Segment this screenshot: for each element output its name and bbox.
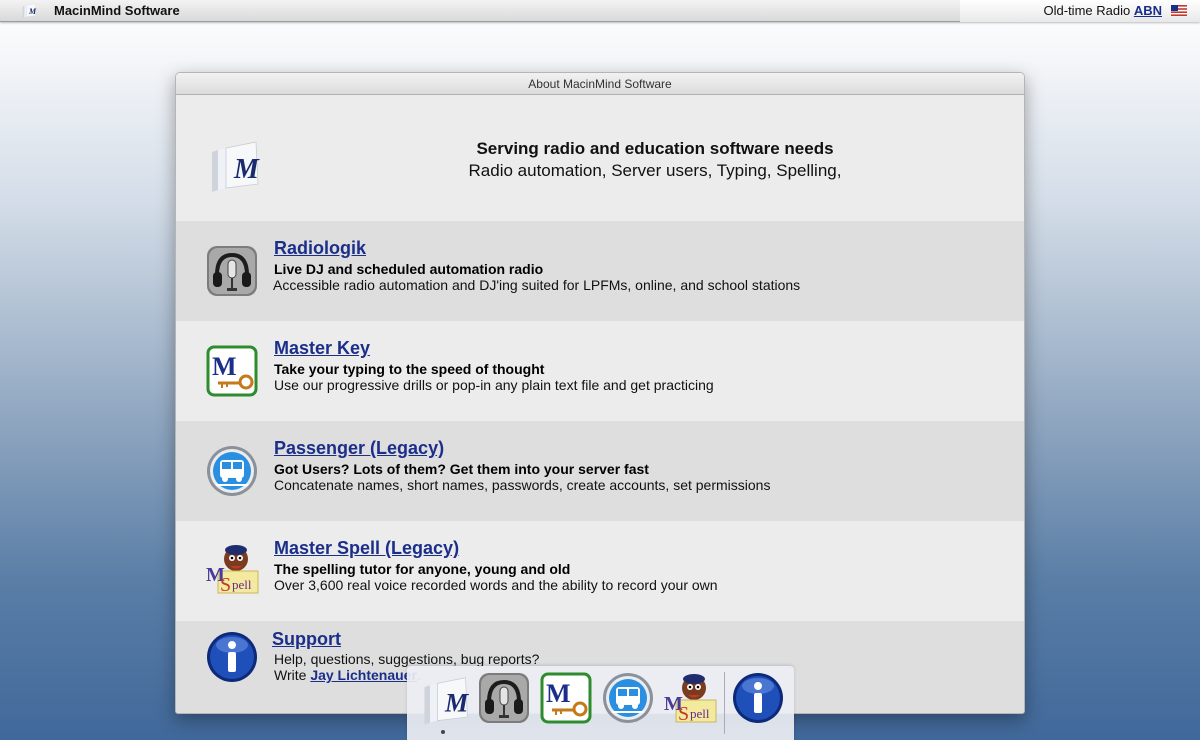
product-row-master-key: Master Key Take your typing to the speed… bbox=[176, 321, 1024, 421]
master-key-icon[interactable] bbox=[540, 672, 592, 724]
bus-icon[interactable] bbox=[206, 445, 258, 497]
product-subtitle: The spelling tutor for anyone, young and… bbox=[274, 561, 571, 577]
macinmind-logo-icon[interactable] bbox=[20, 3, 38, 19]
product-description: Accessible radio automation and DJ'ing s… bbox=[273, 277, 801, 293]
product-description: Over 3,600 real voice recorded words and… bbox=[274, 577, 718, 593]
support-write-line: Write Jay Lichtenauer. bbox=[274, 667, 421, 683]
product-description: Use our progressive drills or pop-in any… bbox=[274, 377, 714, 393]
dock bbox=[407, 666, 794, 740]
product-subtitle: Got Users? Lots of them? Get them into y… bbox=[274, 461, 649, 477]
headphones-mic-icon[interactable] bbox=[206, 245, 258, 297]
write-prefix: Write bbox=[274, 667, 311, 683]
hero-section: Serving radio and education software nee… bbox=[176, 95, 1024, 221]
app-name[interactable]: MacinMind Software bbox=[54, 3, 180, 18]
support-line1: Help, questions, suggestions, bug report… bbox=[274, 651, 540, 667]
product-row-passenger: Passenger (Legacy) Got Users? Lots of th… bbox=[176, 421, 1024, 521]
headphones-mic-icon[interactable] bbox=[478, 672, 530, 724]
product-description: Concatenate names, short names, password… bbox=[274, 477, 771, 493]
menu-bar: MacinMind Software Old-time Radio ABN bbox=[0, 0, 1200, 22]
hero-headline: Serving radio and education software nee… bbox=[476, 139, 834, 158]
old-time-radio-label: Old-time Radio ABN bbox=[1044, 3, 1162, 18]
master-spell-icon[interactable] bbox=[662, 670, 718, 726]
product-title-link[interactable]: Passenger (Legacy) bbox=[274, 438, 444, 459]
support-link[interactable]: Support bbox=[272, 629, 341, 650]
macinmind-logo-icon[interactable] bbox=[417, 674, 473, 730]
hero-tagline: Radio automation, Server users, Typing, … bbox=[468, 161, 842, 180]
info-icon[interactable] bbox=[732, 672, 784, 724]
dock-divider bbox=[724, 672, 725, 734]
product-subtitle: Live DJ and scheduled automation radio bbox=[274, 261, 544, 277]
product-row-master-spell: Master Spell (Legacy) The spelling tutor… bbox=[176, 521, 1024, 621]
product-subtitle: Take your typing to the speed of thought bbox=[274, 361, 545, 377]
product-title-link[interactable]: Radiologik bbox=[274, 238, 366, 259]
bus-icon[interactable] bbox=[602, 672, 654, 724]
product-title-link[interactable]: Master Spell (Legacy) bbox=[274, 538, 459, 559]
contact-link[interactable]: Jay Lichtenauer bbox=[310, 667, 417, 683]
master-spell-icon[interactable] bbox=[204, 541, 260, 597]
abn-link[interactable]: ABN bbox=[1134, 3, 1162, 18]
info-icon[interactable] bbox=[206, 631, 258, 683]
product-row-radiologik: Radiologik Live DJ and scheduled automat… bbox=[176, 221, 1024, 321]
window-title[interactable]: About MacinMind Software bbox=[176, 73, 1024, 95]
running-indicator bbox=[441, 730, 445, 734]
about-window: About MacinMind Software Serving radio a… bbox=[175, 72, 1025, 714]
product-title-link[interactable]: Master Key bbox=[274, 338, 370, 359]
us-flag-icon[interactable] bbox=[1171, 5, 1187, 16]
old-time-radio-text: Old-time Radio bbox=[1043, 3, 1134, 18]
master-key-icon[interactable] bbox=[206, 345, 258, 397]
